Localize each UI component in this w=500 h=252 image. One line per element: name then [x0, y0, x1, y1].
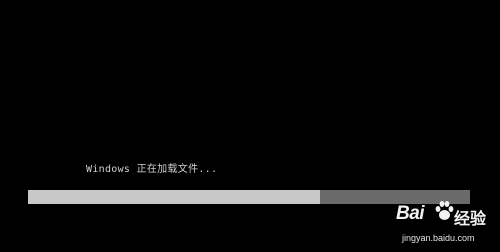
watermark-logo-text: Bai [396, 203, 425, 224]
paw-icon [435, 201, 454, 220]
progress-bar-fill [28, 190, 320, 204]
watermark-url: jingyan.baidu.com [402, 233, 475, 243]
loading-status-text: Windows 正在加载文件... [86, 164, 218, 175]
baidu-jingyan-watermark: Bai 经验 jingyan.baidu.com [396, 197, 492, 249]
watermark-brand-text: 经验 [454, 211, 487, 228]
